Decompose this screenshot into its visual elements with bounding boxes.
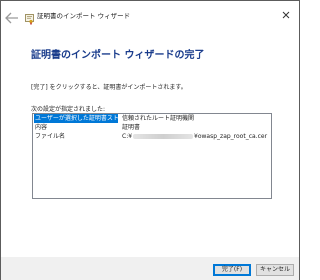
info-text: [完了] をクリックすると、証明書がインポートされます。 — [31, 84, 187, 91]
setting-key: ファイル名 — [35, 133, 66, 140]
list-item[interactable]: 内容 証明書 — [33, 123, 271, 132]
filename-prefix: C:¥ — [122, 133, 133, 140]
list-item[interactable]: ユーザーが選択した証明書ストア 信頼されたルート証明機関 — [33, 114, 271, 123]
setting-value-filename: C:¥ ¥owasp_zap_root_ca.cer — [122, 132, 270, 141]
list-item[interactable]: ファイル名 C:¥ ¥owasp_zap_root_ca.cer — [33, 132, 271, 141]
certificate-import-wizard-window: 証明書のインポート ウィザード 証明書のインポート ウィザードの完了 [完了] … — [0, 0, 300, 280]
setting-key: ユーザーが選択した証明書ストア — [34, 114, 118, 123]
setting-value: 信頼されたルート証明機関 — [122, 115, 195, 122]
settings-list[interactable]: ユーザーが選択した証明書ストア 信頼されたルート証明機関 内容 証明書 ファイル… — [32, 113, 272, 199]
footer-bar: 完了(F) キャンセル — [1, 257, 299, 280]
window-title: 証明書のインポート ウィザード — [37, 12, 131, 20]
setting-key: 内容 — [35, 124, 48, 131]
close-button[interactable] — [279, 7, 293, 21]
cancel-button[interactable]: キャンセル — [256, 264, 294, 276]
back-arrow-icon — [5, 12, 18, 24]
setting-value: 証明書 — [122, 124, 141, 131]
page-heading: 証明書のインポート ウィザードの完了 — [31, 50, 205, 61]
finish-button[interactable]: 完了(F) — [213, 264, 251, 276]
back-button[interactable] — [5, 9, 19, 24]
settings-caption: 次の設定が指定されました: — [31, 106, 106, 113]
close-icon — [282, 11, 290, 19]
redacted-path — [133, 134, 194, 139]
title-bar: 証明書のインポート ウィザード — [1, 1, 299, 30]
certificate-icon — [25, 10, 34, 25]
filename-suffix: ¥owasp_zap_root_ca.cer — [194, 133, 268, 140]
